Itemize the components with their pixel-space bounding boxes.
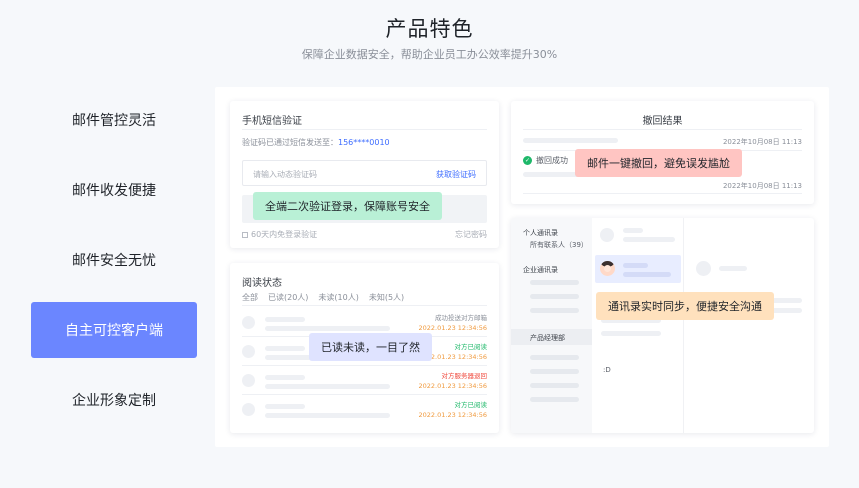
sms-card-title: 手机短信验证 (242, 116, 302, 127)
nav-item-mail-control[interactable]: 邮件管控灵活 (31, 92, 197, 148)
sms-phone: 156****0010 (338, 138, 390, 147)
code-input-placeholder: 请输入动态验证码 (253, 170, 317, 179)
code-input[interactable]: 请输入动态验证码 获取验证码 (242, 160, 487, 186)
forgot-password-link[interactable]: 忘记密码 (455, 229, 487, 240)
recall-tooltip: 邮件一键撤回，避免误发尴尬 (575, 149, 742, 177)
get-code-link[interactable]: 获取验证码 (436, 169, 476, 180)
corporate-contacts-label[interactable]: 企业通讯录 (523, 265, 558, 275)
contacts-sidebar: 个人通讯录 所有联系人（39） 企业通讯录 产品经理部 (511, 218, 592, 433)
recall-card-title: 撤回结果 (642, 116, 683, 127)
feature-nav: 邮件管控灵活 邮件收发便捷 邮件安全无忧 自主可控客户端 企业形象定制 (31, 92, 197, 442)
nav-item-mail-security[interactable]: 邮件安全无忧 (31, 232, 197, 288)
read-row-1-time: 2022.01.23 12:34:56 (418, 324, 487, 332)
read-tooltip: 已读未读，一目了然 (309, 333, 432, 361)
remember-label: 60天内免登录验证 (251, 230, 318, 239)
read-row-4-time: 2022.01.23 12:34:56 (418, 411, 487, 419)
page-subtitle: 保障企业数据安全，帮助企业员工办公效率提升30% (301, 48, 558, 61)
selected-contact-row[interactable] (595, 255, 681, 283)
read-card-title: 阅读状态 (242, 278, 282, 289)
dept-item[interactable]: 产品经理部 (530, 333, 565, 343)
nav-item-branding[interactable]: 企业形象定制 (31, 372, 197, 428)
recall-date-1: 2022年10月08日 11:13 (722, 138, 802, 146)
sms-verify-card: 手机短信验证 验证码已通过短信发送至：156****0010 请输入动态验证码 … (230, 101, 499, 248)
read-row-3-status: 对方服务器退回 (441, 372, 488, 380)
id-glyph: :D (603, 366, 611, 374)
recall-status-label: 撤回成功 (536, 156, 568, 165)
read-row-1-status: 成功投送对方邮箱 (435, 314, 487, 322)
sms-sent-line: 验证码已通过短信发送至：156****0010 (242, 137, 390, 148)
recall-date-2: 2022年10月08日 11:13 (722, 182, 802, 190)
page-title: 产品特色 (385, 17, 474, 41)
remember-option[interactable]: 60天内免登录验证 (242, 229, 317, 240)
checkbox-icon[interactable] (242, 231, 248, 238)
avatar (600, 261, 615, 276)
nav-item-client[interactable]: 自主可控客户端 (31, 302, 197, 358)
all-contacts-item[interactable]: 所有联系人（39） (530, 240, 588, 250)
tab-unread[interactable]: 未读(10人) (318, 293, 358, 302)
recall-status: ✓ 撤回成功 (523, 155, 568, 166)
sms-tooltip: 全端二次验证登录，保障账号安全 (253, 192, 442, 220)
tab-all[interactable]: 全部 (242, 293, 258, 302)
tab-unknown[interactable]: 未知(5人) (369, 293, 404, 302)
personal-contacts-label[interactable]: 个人通讯录 (523, 228, 558, 238)
sms-sent-text: 验证码已通过短信发送至： (242, 138, 338, 147)
contacts-tooltip: 通讯录实时同步，便捷安全沟通 (596, 292, 774, 320)
contacts-card: 个人通讯录 所有联系人（39） 企业通讯录 产品经理部 :D (511, 218, 814, 433)
read-row-3-time: 2022.01.23 12:34:56 (418, 382, 487, 390)
read-row-4-status: 对方已阅读 (454, 401, 488, 409)
tab-read[interactable]: 已读(20人) (268, 293, 308, 302)
nav-item-mail-send-receive[interactable]: 邮件收发便捷 (31, 162, 197, 218)
read-tabs: 全部 已读(20人) 未读(10人) 未知(5人) (242, 292, 404, 303)
check-circle-icon: ✓ (523, 156, 532, 165)
